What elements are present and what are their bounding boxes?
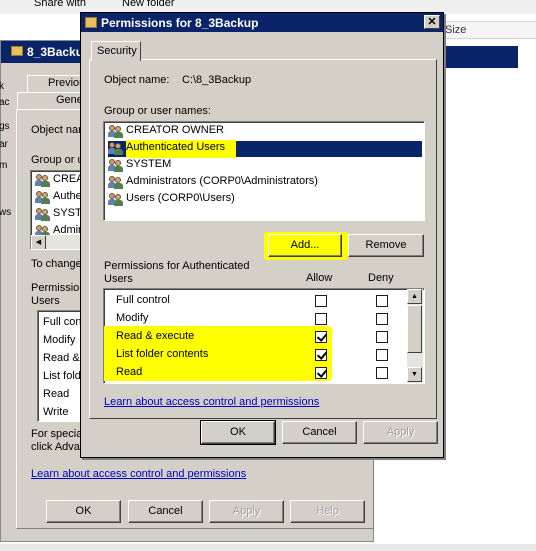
list-item[interactable]: CREA [35, 173, 84, 189]
permission-name: Full control [116, 294, 170, 306]
deny-column-header: Deny [368, 272, 394, 284]
tab-previous-versions[interactable]: Previou [27, 75, 87, 92]
users-icon [108, 176, 124, 189]
scroll-down-icon[interactable]: ▼ [407, 367, 422, 382]
cancel-button[interactable]: Cancel [282, 421, 357, 444]
users-icon [35, 208, 51, 221]
permissions-label: Permission [31, 282, 86, 294]
learn-access-control-link[interactable]: Learn about access control and permissio… [31, 468, 246, 480]
selected-row-highlight [436, 46, 518, 68]
left-fragment: gs [0, 121, 10, 132]
security-panel: Object name: C:\8_3Backup Group or user … [89, 59, 437, 419]
folder-icon [11, 46, 23, 56]
deny-checkbox[interactable] [376, 367, 388, 379]
folder-icon [85, 17, 97, 28]
apply-button[interactable]: Apply [209, 500, 284, 523]
allow-checkbox[interactable] [315, 313, 327, 325]
left-fragment: k [0, 81, 4, 92]
allow-checkbox-checked[interactable] [315, 331, 327, 343]
permission-name: Full con [43, 316, 82, 328]
ok-button[interactable]: OK [200, 420, 276, 445]
group-label: Group or u [31, 154, 84, 166]
horizontal-scrollbar[interactable]: ◀ [31, 235, 85, 249]
permission-name: Modify [43, 334, 76, 346]
share-with-menu[interactable]: Share with [34, 0, 86, 9]
list-item[interactable]: SYST [35, 207, 82, 223]
permissions-title-bar: Permissions for 8_3Backup ✕ [81, 13, 443, 32]
permission-name: Read & [43, 352, 80, 364]
user-name: Users (CORP0\Users) [126, 192, 235, 204]
users-icon [108, 193, 124, 206]
group-label: Group or user names: [104, 105, 211, 117]
special-permissions-text: For specia [31, 428, 83, 440]
tab-general[interactable]: Gene [17, 92, 87, 109]
add-button[interactable]: Add... [268, 234, 342, 257]
explorer-left-fragments: k ac gs ar m ws [0, 81, 12, 299]
users-icon [108, 125, 124, 138]
scroll-up-icon[interactable]: ▲ [407, 289, 422, 304]
special-permissions-text-2: click Adva [31, 441, 80, 453]
cancel-button[interactable]: Cancel [128, 500, 203, 523]
scroll-left-icon[interactable]: ◀ [31, 235, 46, 249]
users-icon [108, 159, 124, 172]
permission-name: Write [43, 406, 69, 418]
permission-name: Read & execute [116, 330, 195, 342]
permissions-dialog: Permissions for 8_3Backup ✕ Security Obj… [80, 12, 444, 458]
user-name: Authenticated Users [126, 141, 226, 153]
allow-checkbox-checked[interactable] [315, 349, 327, 361]
object-name-value: C:\8_3Backup [182, 74, 252, 86]
permission-list: Full con Modify Read & List fold Read Wr… [37, 310, 85, 422]
remove-button[interactable]: Remove [348, 234, 424, 257]
permission-name: List fold [43, 370, 81, 382]
list-item[interactable]: Administrators (CORP0\Administrators) [108, 175, 420, 191]
permissions-title: Permissions for 8_3Backup [101, 16, 259, 30]
left-fragment: ar [0, 139, 8, 150]
users-icon [35, 174, 51, 187]
object-name-label: Object nar [31, 124, 82, 136]
users-icon [108, 142, 124, 155]
deny-checkbox[interactable] [376, 295, 388, 307]
permissions-label: Permissions for Authenticated [104, 260, 250, 272]
left-fragment: ac [0, 97, 10, 108]
tab-security[interactable]: Security [91, 41, 141, 61]
vertical-scrollbar[interactable]: ▲ ▼ [407, 289, 423, 383]
user-list[interactable]: CREATOR OWNER Authenticated Users SYSTEM… [103, 121, 425, 221]
to-change-text: To change [31, 258, 82, 270]
permissions-label-users: Users [104, 273, 133, 285]
permission-name: Read [116, 366, 143, 378]
left-fragment: m [0, 160, 8, 171]
list-item[interactable]: CREATOR OWNER [108, 124, 420, 140]
user-list[interactable]: CREA Authe SYST Admin ◀ [30, 170, 86, 250]
scrollbar-thumb[interactable] [407, 305, 422, 353]
list-item[interactable]: Users (CORP0\Users) [108, 192, 420, 208]
deny-checkbox[interactable] [376, 349, 388, 361]
permission-name: Read [43, 388, 70, 400]
ok-button[interactable]: OK [46, 500, 121, 523]
allow-column-header: Allow [306, 272, 333, 284]
permissions-label-users: Users [31, 295, 60, 307]
help-button[interactable]: Help [290, 500, 365, 523]
object-name-label: Object name: [104, 74, 170, 86]
permission-name: Modify [116, 312, 149, 324]
user-name: CREATOR OWNER [126, 124, 224, 136]
allow-checkbox-checked[interactable] [315, 367, 327, 379]
size-column-header[interactable]: Size [440, 21, 536, 39]
status-strip [0, 544, 536, 551]
left-fragment: ws [0, 207, 12, 218]
close-icon[interactable]: ✕ [424, 15, 440, 29]
permission-name: List folder contents [116, 348, 209, 360]
user-name: Administrators (CORP0\Administrators) [126, 175, 318, 187]
allow-checkbox[interactable] [315, 295, 327, 307]
deny-checkbox[interactable] [376, 313, 388, 325]
list-item[interactable]: Authe [35, 190, 82, 206]
users-icon [35, 191, 51, 204]
permission-list: Full control Modify Read & execute List … [103, 288, 425, 384]
user-name: SYSTEM [126, 158, 172, 170]
apply-button[interactable]: Apply [363, 421, 438, 444]
list-item-selected[interactable]: Authenticated Users [108, 140, 422, 158]
new-folder-button[interactable]: New folder [122, 0, 175, 9]
deny-checkbox[interactable] [376, 331, 388, 343]
list-item[interactable]: SYSTEM [108, 158, 420, 174]
learn-access-control-link[interactable]: Learn about access control and permissio… [104, 396, 319, 408]
